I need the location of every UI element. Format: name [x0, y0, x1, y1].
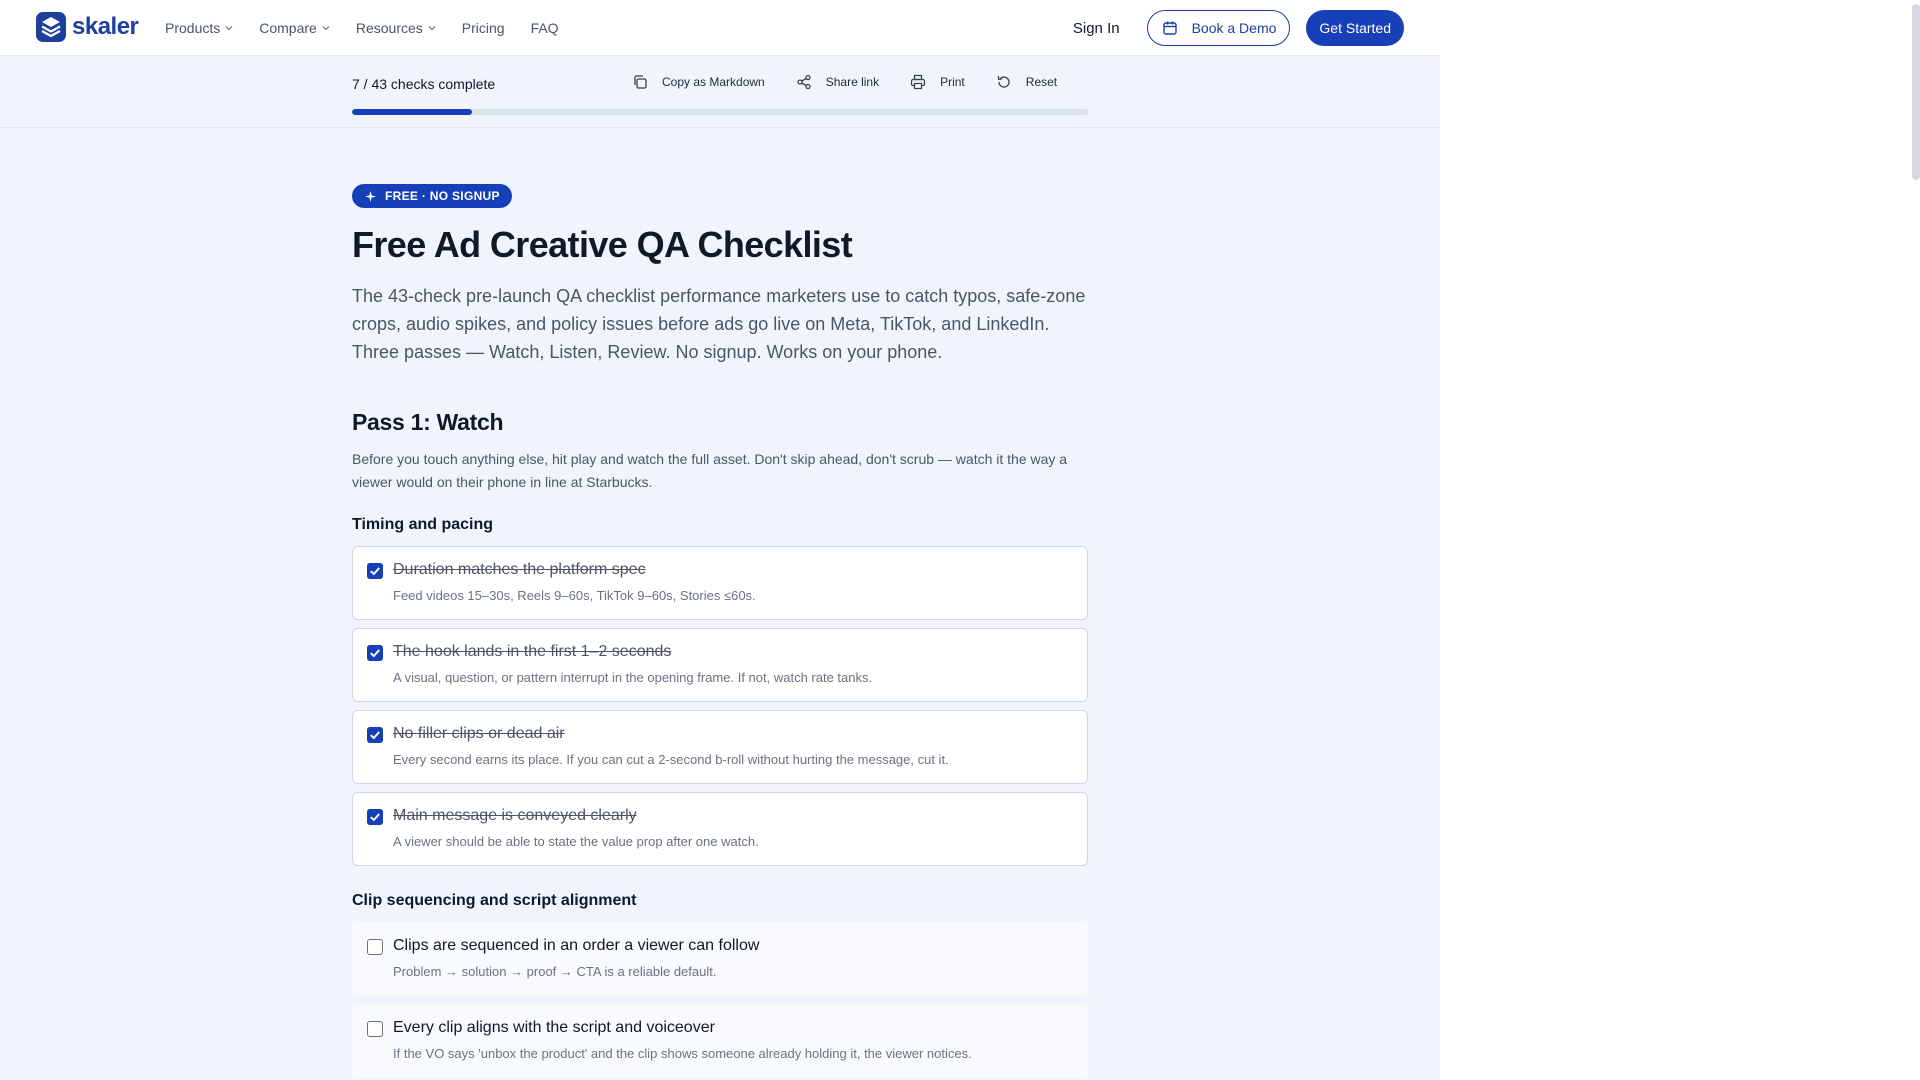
share-link-label: Share link	[825, 75, 880, 89]
item-description: A visual, question, or pattern interrupt…	[393, 670, 873, 685]
nav-link-label: Resources	[355, 20, 423, 36]
calendar-icon	[1162, 21, 1177, 35]
logo-icon	[36, 12, 66, 42]
get-started-button[interactable]: Get Started	[1306, 10, 1404, 46]
item-title: Every clip aligns with the script and vo…	[393, 1019, 715, 1036]
nav-links: Products Compare Resources Pricing FAQ	[165, 0, 585, 56]
logo[interactable]: skaler	[36, 12, 139, 42]
nav-link-faq[interactable]: FAQ	[531, 20, 559, 36]
top-nav: skaler Products Compare Resources Pricin…	[0, 0, 1440, 56]
progress-bar	[352, 109, 1088, 115]
nav-link-label: Pricing	[461, 20, 505, 36]
item-description: A viewer should be able to state the val…	[393, 834, 759, 849]
nav-link-label: FAQ	[530, 20, 559, 36]
reset-label: Reset	[1025, 75, 1058, 89]
chevron-down-icon	[225, 26, 233, 31]
nav-link-products[interactable]: Products	[165, 20, 233, 36]
nav-link-pricing[interactable]: Pricing	[462, 20, 505, 36]
sign-in-link[interactable]: Sign In	[1073, 20, 1120, 37]
checkbox-unchecked-icon[interactable]	[367, 1021, 383, 1037]
reset-icon	[997, 76, 1010, 88]
chevron-down-icon	[322, 26, 330, 31]
checklist-toolbar: 7 / 43 checks complete Copy as Markdown …	[0, 57, 1440, 128]
get-started-label: Get Started	[1319, 20, 1391, 36]
checklist-item[interactable]: Every clip aligns with the script and vo…	[352, 1004, 1088, 1078]
chevron-down-icon	[428, 26, 436, 31]
book-demo-label: Book a Demo	[1191, 20, 1277, 36]
nav-link-compare[interactable]: Compare	[259, 20, 330, 36]
reset-button[interactable]: Reset	[996, 74, 1057, 90]
checklist-item[interactable]: Duration matches the platform spec Feed …	[352, 546, 1088, 620]
item-title: Main message is conveyed clearly	[393, 807, 637, 824]
progress-text: 7 / 43 checks complete	[352, 76, 496, 92]
print-label: Print	[940, 75, 965, 89]
print-button[interactable]: Print	[910, 74, 965, 90]
intro-text: The 43-check pre-launch QA checklist per…	[352, 286, 1086, 362]
item-description: If the VO says 'unbox the product' and t…	[393, 1046, 972, 1061]
item-description: Feed videos 15–30s, Reels 9–60s, TikTok …	[393, 588, 756, 603]
scrollbar-thumb[interactable]	[1912, 4, 1920, 180]
nav-actions: Sign In Book a Demo Get Started	[1073, 0, 1404, 56]
checkbox-checked-icon[interactable]	[367, 645, 383, 661]
free-badge: FREE · NO SIGNUP	[352, 184, 512, 208]
badge-label: FREE · NO SIGNUP	[385, 189, 500, 203]
share-icon	[797, 74, 811, 90]
nav-link-resources[interactable]: Resources	[356, 20, 436, 36]
nav-link-label: Compare	[259, 20, 317, 36]
group-title: Timing and pacing	[352, 516, 494, 533]
item-title: No filler clips or dead air	[393, 725, 565, 742]
checkbox-checked-icon[interactable]	[367, 727, 383, 743]
item-title: Clips are sequenced in an order a viewer…	[393, 937, 760, 954]
page-title: Free Ad Creative QA Checklist	[352, 224, 853, 265]
checkbox-checked-icon[interactable]	[367, 563, 383, 579]
checkbox-checked-icon[interactable]	[367, 809, 383, 825]
copy-markdown-button[interactable]: Copy as Markdown	[632, 74, 765, 90]
checklist-item[interactable]: Main message is conveyed clearly A viewe…	[352, 792, 1088, 866]
checklist-group: Duration matches the platform spec Feed …	[352, 546, 1088, 866]
pass-title: Pass 1: Watch	[352, 409, 504, 435]
item-title: The hook lands in the first 1–2 seconds	[393, 643, 672, 660]
toolbar-actions: Copy as Markdown Share link Print Reset	[632, 74, 1088, 90]
right-blank-panel	[1440, 0, 1920, 1080]
copy-markdown-label: Copy as Markdown	[662, 75, 765, 89]
item-description: Problem → solution → proof → CTA is a re…	[393, 964, 717, 979]
group-title: Clip sequencing and script alignment	[352, 892, 637, 909]
progress-fill	[352, 109, 472, 115]
checkbox-unchecked-icon[interactable]	[367, 939, 383, 955]
checklist-group: Clips are sequenced in an order a viewer…	[352, 922, 1088, 1078]
checklist-item[interactable]: Clips are sequenced in an order a viewer…	[352, 922, 1088, 996]
main-content: FREE · NO SIGNUP Free Ad Creative QA Che…	[352, 184, 1088, 1080]
checklist-item[interactable]: The hook lands in the first 1–2 seconds …	[352, 628, 1088, 702]
item-title: Duration matches the platform spec	[393, 561, 646, 578]
logo-text: skaler	[72, 13, 139, 40]
checklist-item[interactable]: No filler clips or dead air Every second…	[352, 710, 1088, 784]
book-demo-button[interactable]: Book a Demo	[1146, 10, 1291, 46]
pass-description: Before you touch anything else, hit play…	[352, 451, 1068, 490]
copy-icon	[634, 75, 647, 89]
page: skaler Products Compare Resources Pricin…	[0, 0, 1440, 1080]
printer-icon	[910, 74, 926, 90]
sparkle-icon	[365, 190, 376, 202]
share-link-button[interactable]: Share link	[796, 74, 879, 90]
item-description: Every second earns its place. If you can…	[393, 752, 949, 767]
nav-link-label: Products	[165, 20, 221, 36]
